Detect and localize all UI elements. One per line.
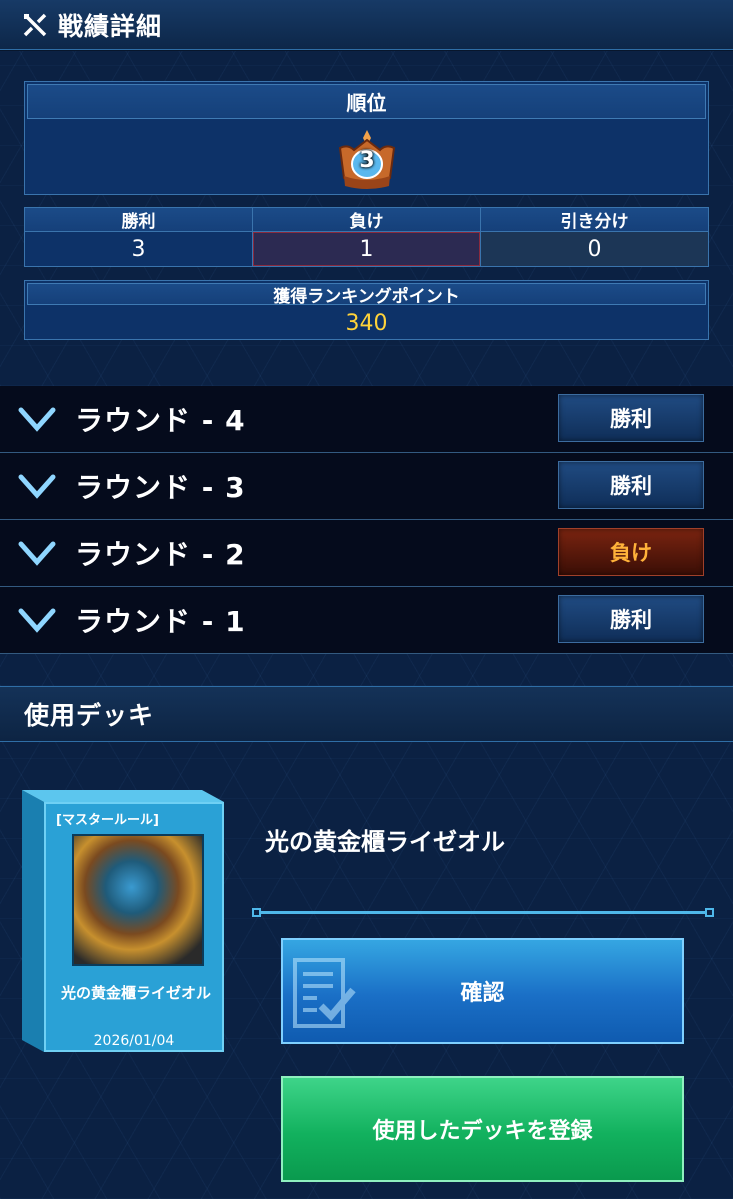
chevron-down-icon: [18, 608, 56, 633]
divider: [252, 908, 714, 917]
deck-rule-label: [マスタールール]: [56, 813, 159, 828]
rounds-list: ラウンド - 4 勝利 ラウンド - 3 勝利 ラウンド - 2 負け ラウンド…: [0, 386, 733, 654]
rank-panel: 順位 3: [24, 81, 709, 195]
register-deck-button[interactable]: 使用したデッキを登録: [281, 1076, 684, 1182]
round-row-2[interactable]: ラウンド - 2 負け: [0, 520, 733, 587]
deck-title: 光の黄金櫃ライゼオル: [265, 828, 505, 856]
chevron-down-icon: [18, 474, 56, 499]
crossed-swords-icon: [23, 13, 47, 36]
rank-value: 3: [359, 148, 375, 173]
deck-box-side: [22, 790, 44, 1052]
round-result-badge: 勝利: [558, 595, 704, 643]
draw-value: 0: [481, 232, 708, 266]
round-row-4[interactable]: ラウンド - 4 勝利: [0, 386, 733, 453]
win-stat: 勝利 3: [25, 208, 253, 266]
deck-date: 2026/01/04: [93, 1033, 175, 1049]
lose-label: 負け: [253, 208, 480, 232]
deck-box-name: 光の黄金櫃ライゼオル: [60, 984, 211, 1002]
chevron-down-icon: [18, 541, 56, 566]
deck-section-title: 使用デッキ: [24, 701, 155, 730]
deck-box-top: [22, 790, 224, 802]
chevron-down-icon: [18, 407, 56, 432]
register-label: 使用したデッキを登録: [372, 1119, 593, 1144]
rank-label: 順位: [27, 84, 706, 119]
deck-section-header: 使用デッキ: [0, 686, 733, 742]
deck-card-art: [72, 834, 204, 966]
points-value: 340: [345, 310, 388, 336]
stats-panel: 勝利 3 負け 1 引き分け 0: [24, 207, 709, 267]
draw-stat: 引き分け 0: [481, 208, 708, 266]
win-label: 勝利: [25, 208, 252, 232]
points-label: 獲得ランキングポイント: [27, 283, 706, 307]
deck-box[interactable]: [マスタールール] 光の黄金櫃ライゼオル 2026/01/04: [22, 790, 224, 1063]
round-label: ラウンド - 2: [75, 538, 246, 571]
ranking-points-panel: 獲得ランキングポイント 340: [24, 280, 709, 340]
draw-label: 引き分け: [481, 208, 708, 232]
confirm-label: 確認: [460, 981, 505, 1006]
round-row-3[interactable]: ラウンド - 3 勝利: [0, 453, 733, 520]
round-label: ラウンド - 3: [75, 471, 246, 504]
win-value: 3: [25, 232, 252, 266]
round-label: ラウンド - 1: [75, 605, 246, 638]
checklist-icon: [293, 958, 356, 1028]
round-row-1[interactable]: ラウンド - 1 勝利: [0, 587, 733, 654]
lose-value: 1: [253, 232, 480, 266]
round-result-badge: 勝利: [558, 394, 704, 442]
round-label: ラウンド - 4: [75, 404, 246, 437]
section-gap: [0, 654, 733, 686]
round-result-badge: 勝利: [558, 461, 704, 509]
confirm-button[interactable]: 確認: [281, 938, 684, 1044]
page-title: 戦績詳細: [58, 11, 163, 41]
deck-box-front: [マスタールール] 光の黄金櫃ライゼオル 2026/01/04: [44, 802, 224, 1052]
round-result-badge: 負け: [558, 528, 704, 576]
lose-stat: 負け 1: [253, 208, 481, 266]
page-header: 戦績詳細: [0, 0, 733, 50]
